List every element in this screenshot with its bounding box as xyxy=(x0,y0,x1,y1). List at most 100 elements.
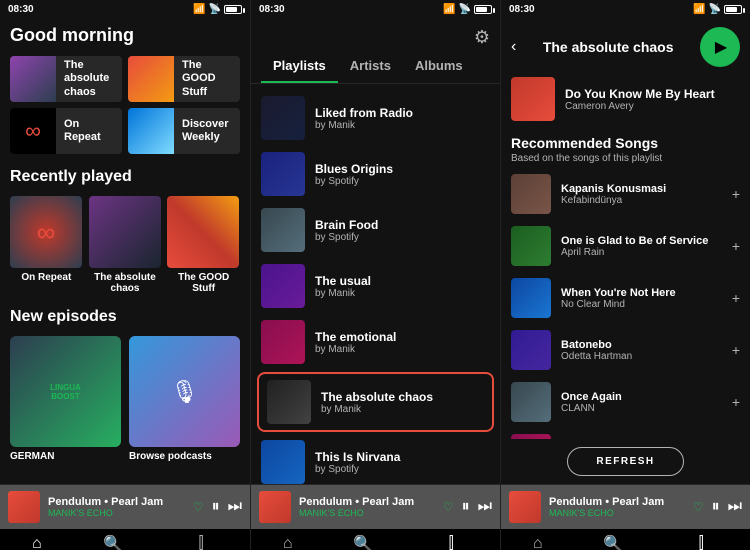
home-icon-p3: ⌂ xyxy=(533,535,543,550)
pause-icon-p2[interactable]: ⏸ xyxy=(462,498,470,516)
tab-playlists[interactable]: Playlists xyxy=(261,52,338,83)
np-controls-p2: ♡ ⏸ ⏭ xyxy=(443,498,492,516)
playlist-brain-food[interactable]: Brain Food by Spotify xyxy=(251,202,500,258)
next-icon-p2[interactable]: ⏭ xyxy=(478,498,492,516)
nav-library-p1[interactable]: ⫿ Your Library xyxy=(177,535,225,550)
nav-home-p1[interactable]: ⌂ Home xyxy=(25,535,49,550)
nav-search-p1[interactable]: 🔍 Search xyxy=(99,534,128,550)
next-icon-p1[interactable]: ⏭ xyxy=(228,498,242,516)
episodes-grid: LINGUABOOST GERMAN 🎙 Browse podcasts xyxy=(10,336,240,462)
ep-thumb-browse: 🎙 xyxy=(129,336,240,447)
bottom-bar-p2: Pendulum • Pearl Jam MANIK'S ECHO ♡ ⏸ ⏭ … xyxy=(251,484,500,550)
pause-icon-p3[interactable]: ⏸ xyxy=(712,498,720,516)
pause-icon-p1[interactable]: ⏸ xyxy=(212,498,220,516)
np-info-p1: Pendulum • Pearl Jam MANIK'S ECHO xyxy=(48,496,185,518)
home-icon-p1: ⌂ xyxy=(32,535,42,550)
rec-item-4[interactable]: Batonebo Odetta Hartman + xyxy=(501,324,750,376)
nav-search-p3[interactable]: 🔍 Search xyxy=(599,534,628,550)
status-time-p3: 08:30 xyxy=(509,4,535,15)
settings-button[interactable]: ⚙ xyxy=(474,27,490,48)
play-fab-button[interactable]: ▶ xyxy=(700,27,740,67)
rec-add-icon-3[interactable]: + xyxy=(732,290,740,306)
ep-german[interactable]: LINGUABOOST GERMAN xyxy=(10,336,121,462)
recommended-list: Kapanis Konusmasi Kefabindünya + One is … xyxy=(501,168,750,439)
now-playing-p2[interactable]: Pendulum • Pearl Jam MANIK'S ECHO ♡ ⏸ ⏭ xyxy=(251,485,500,529)
rec-info-2: One is Glad to Be of Service April Rain xyxy=(561,235,722,258)
recent-good-stuff[interactable]: The GOOD Stuff xyxy=(167,196,240,294)
np-controls-p3: ♡ ⏸ ⏭ xyxy=(693,498,742,516)
playlist-this-nirvana[interactable]: This Is Nirvana by Spotify xyxy=(251,434,500,484)
pl-name-liked-radio: Liked from Radio xyxy=(315,106,490,120)
rec-add-icon-4[interactable]: + xyxy=(732,342,740,358)
rec-item-1[interactable]: Kapanis Konusmasi Kefabindünya + xyxy=(501,168,750,220)
pl-by-abs-chaos: by Manik xyxy=(321,404,484,415)
pl-name-this-nirvana: This Is Nirvana xyxy=(315,450,490,464)
library-icon-p2: ⫿ xyxy=(449,535,454,550)
rec-add-icon-5[interactable]: + xyxy=(732,394,740,410)
rec-item-6[interactable]: St. Francis Josh Lippi & The Overtimers … xyxy=(501,428,750,439)
search-icon-p3: 🔍 xyxy=(603,534,623,550)
quick-item-abs-chaos[interactable]: The absolutechaos xyxy=(10,56,122,102)
first-track-row[interactable]: Do You Know Me By Heart Cameron Avery xyxy=(501,71,750,127)
heart-icon-p1[interactable]: ♡ xyxy=(193,500,204,514)
rec-item-3[interactable]: When You're Not Here No Clear Mind + xyxy=(501,272,750,324)
np-artist-p3: MANIK'S ECHO xyxy=(549,508,685,518)
refresh-button[interactable]: REFRESH xyxy=(567,447,683,476)
rec-name-5: Once Again xyxy=(561,391,722,403)
tab-albums[interactable]: Albums xyxy=(403,52,475,83)
nav-home-p2[interactable]: ⌂ Home xyxy=(276,535,300,550)
quick-item-on-repeat[interactable]: ∞ On Repeat xyxy=(10,108,122,154)
playlist-abs-chaos[interactable]: The absolute chaos by Manik xyxy=(257,372,494,432)
now-playing-p3[interactable]: Pendulum • Pearl Jam MANIK'S ECHO ♡ ⏸ ⏭ xyxy=(501,485,750,529)
pl-thumb-blues-origins xyxy=(261,152,305,196)
np-artist-p1: MANIK'S ECHO xyxy=(48,508,185,518)
pl-by-this-nirvana: by Spotify xyxy=(315,464,490,475)
battery-icon-p2 xyxy=(474,5,492,14)
first-track-thumb xyxy=(511,77,555,121)
pl-by-brain-food: by Spotify xyxy=(315,232,490,243)
recent-label-on-repeat: On Repeat xyxy=(10,272,83,283)
playlist-the-usual[interactable]: The usual by Manik xyxy=(251,258,500,314)
next-icon-p3[interactable]: ⏭ xyxy=(728,498,742,516)
library-tabs: Playlists Artists Albums xyxy=(251,52,500,84)
np-thumb-p3 xyxy=(509,491,541,523)
status-time-p1: 08:30 xyxy=(8,4,34,15)
quick-item-good-stuff[interactable]: The GOODStuff xyxy=(128,56,240,102)
ep-browse[interactable]: 🎙 Browse podcasts xyxy=(129,336,240,462)
rec-add-icon-1[interactable]: + xyxy=(732,186,740,202)
recommended-subtitle: Based on the songs of this playlist xyxy=(511,153,740,164)
nav-library-p3[interactable]: ⫿ Your Library xyxy=(677,535,725,550)
pl-info-abs-chaos: The absolute chaos by Manik xyxy=(321,390,484,415)
home-content: Good morning The absolutechaos The GOODS… xyxy=(0,19,250,484)
pl-by-liked-radio: by Manik xyxy=(315,120,490,131)
panel-home: 08:30 📶 📡 Good morning The absolutechaos… xyxy=(0,0,250,550)
nav-home-p3[interactable]: ⌂ Home xyxy=(526,535,550,550)
heart-icon-p2[interactable]: ♡ xyxy=(443,500,454,514)
pl-name-the-usual: The usual xyxy=(315,274,490,288)
playlist-the-emotional[interactable]: The emotional by Manik xyxy=(251,314,500,370)
rec-thumb-1 xyxy=(511,174,551,214)
now-playing-p1[interactable]: Pendulum • Pearl Jam MANIK'S ECHO ♡ ⏸ ⏭ xyxy=(0,485,250,529)
heart-icon-p3[interactable]: ♡ xyxy=(693,500,704,514)
quick-thumb-on-repeat: ∞ xyxy=(10,108,56,154)
recent-on-repeat[interactable]: ∞ On Repeat xyxy=(10,196,83,294)
recent-abs-chaos[interactable]: The absolute chaos xyxy=(89,196,162,294)
rec-add-icon-2[interactable]: + xyxy=(732,238,740,254)
tab-artists[interactable]: Artists xyxy=(338,52,403,83)
nav-search-p2[interactable]: 🔍 Search xyxy=(349,534,378,550)
quick-item-discover[interactable]: DiscoverWeekly xyxy=(128,108,240,154)
rec-item-5[interactable]: Once Again CLANN + xyxy=(501,376,750,428)
playlist-liked-radio[interactable]: Liked from Radio by Manik xyxy=(251,90,500,146)
nav-library-p2[interactable]: ⫿ Your Library xyxy=(427,535,475,550)
status-icons-p1: 📶 📡 xyxy=(193,4,242,15)
rec-item-2[interactable]: One is Glad to Be of Service April Rain … xyxy=(501,220,750,272)
search-icon-p1: 🔍 xyxy=(103,534,123,550)
pl-thumb-liked-radio xyxy=(261,96,305,140)
pl-thumb-the-usual xyxy=(261,264,305,308)
pl-info-the-emotional: The emotional by Manik xyxy=(315,330,490,355)
pl-name-abs-chaos: The absolute chaos xyxy=(321,390,484,404)
back-button[interactable]: ‹ xyxy=(511,38,516,56)
playlist-blues-origins[interactable]: Blues Origins by Spotify xyxy=(251,146,500,202)
status-icons-p3: 📶 📡 xyxy=(693,4,742,15)
ep-thumb-german: LINGUABOOST xyxy=(10,336,121,447)
